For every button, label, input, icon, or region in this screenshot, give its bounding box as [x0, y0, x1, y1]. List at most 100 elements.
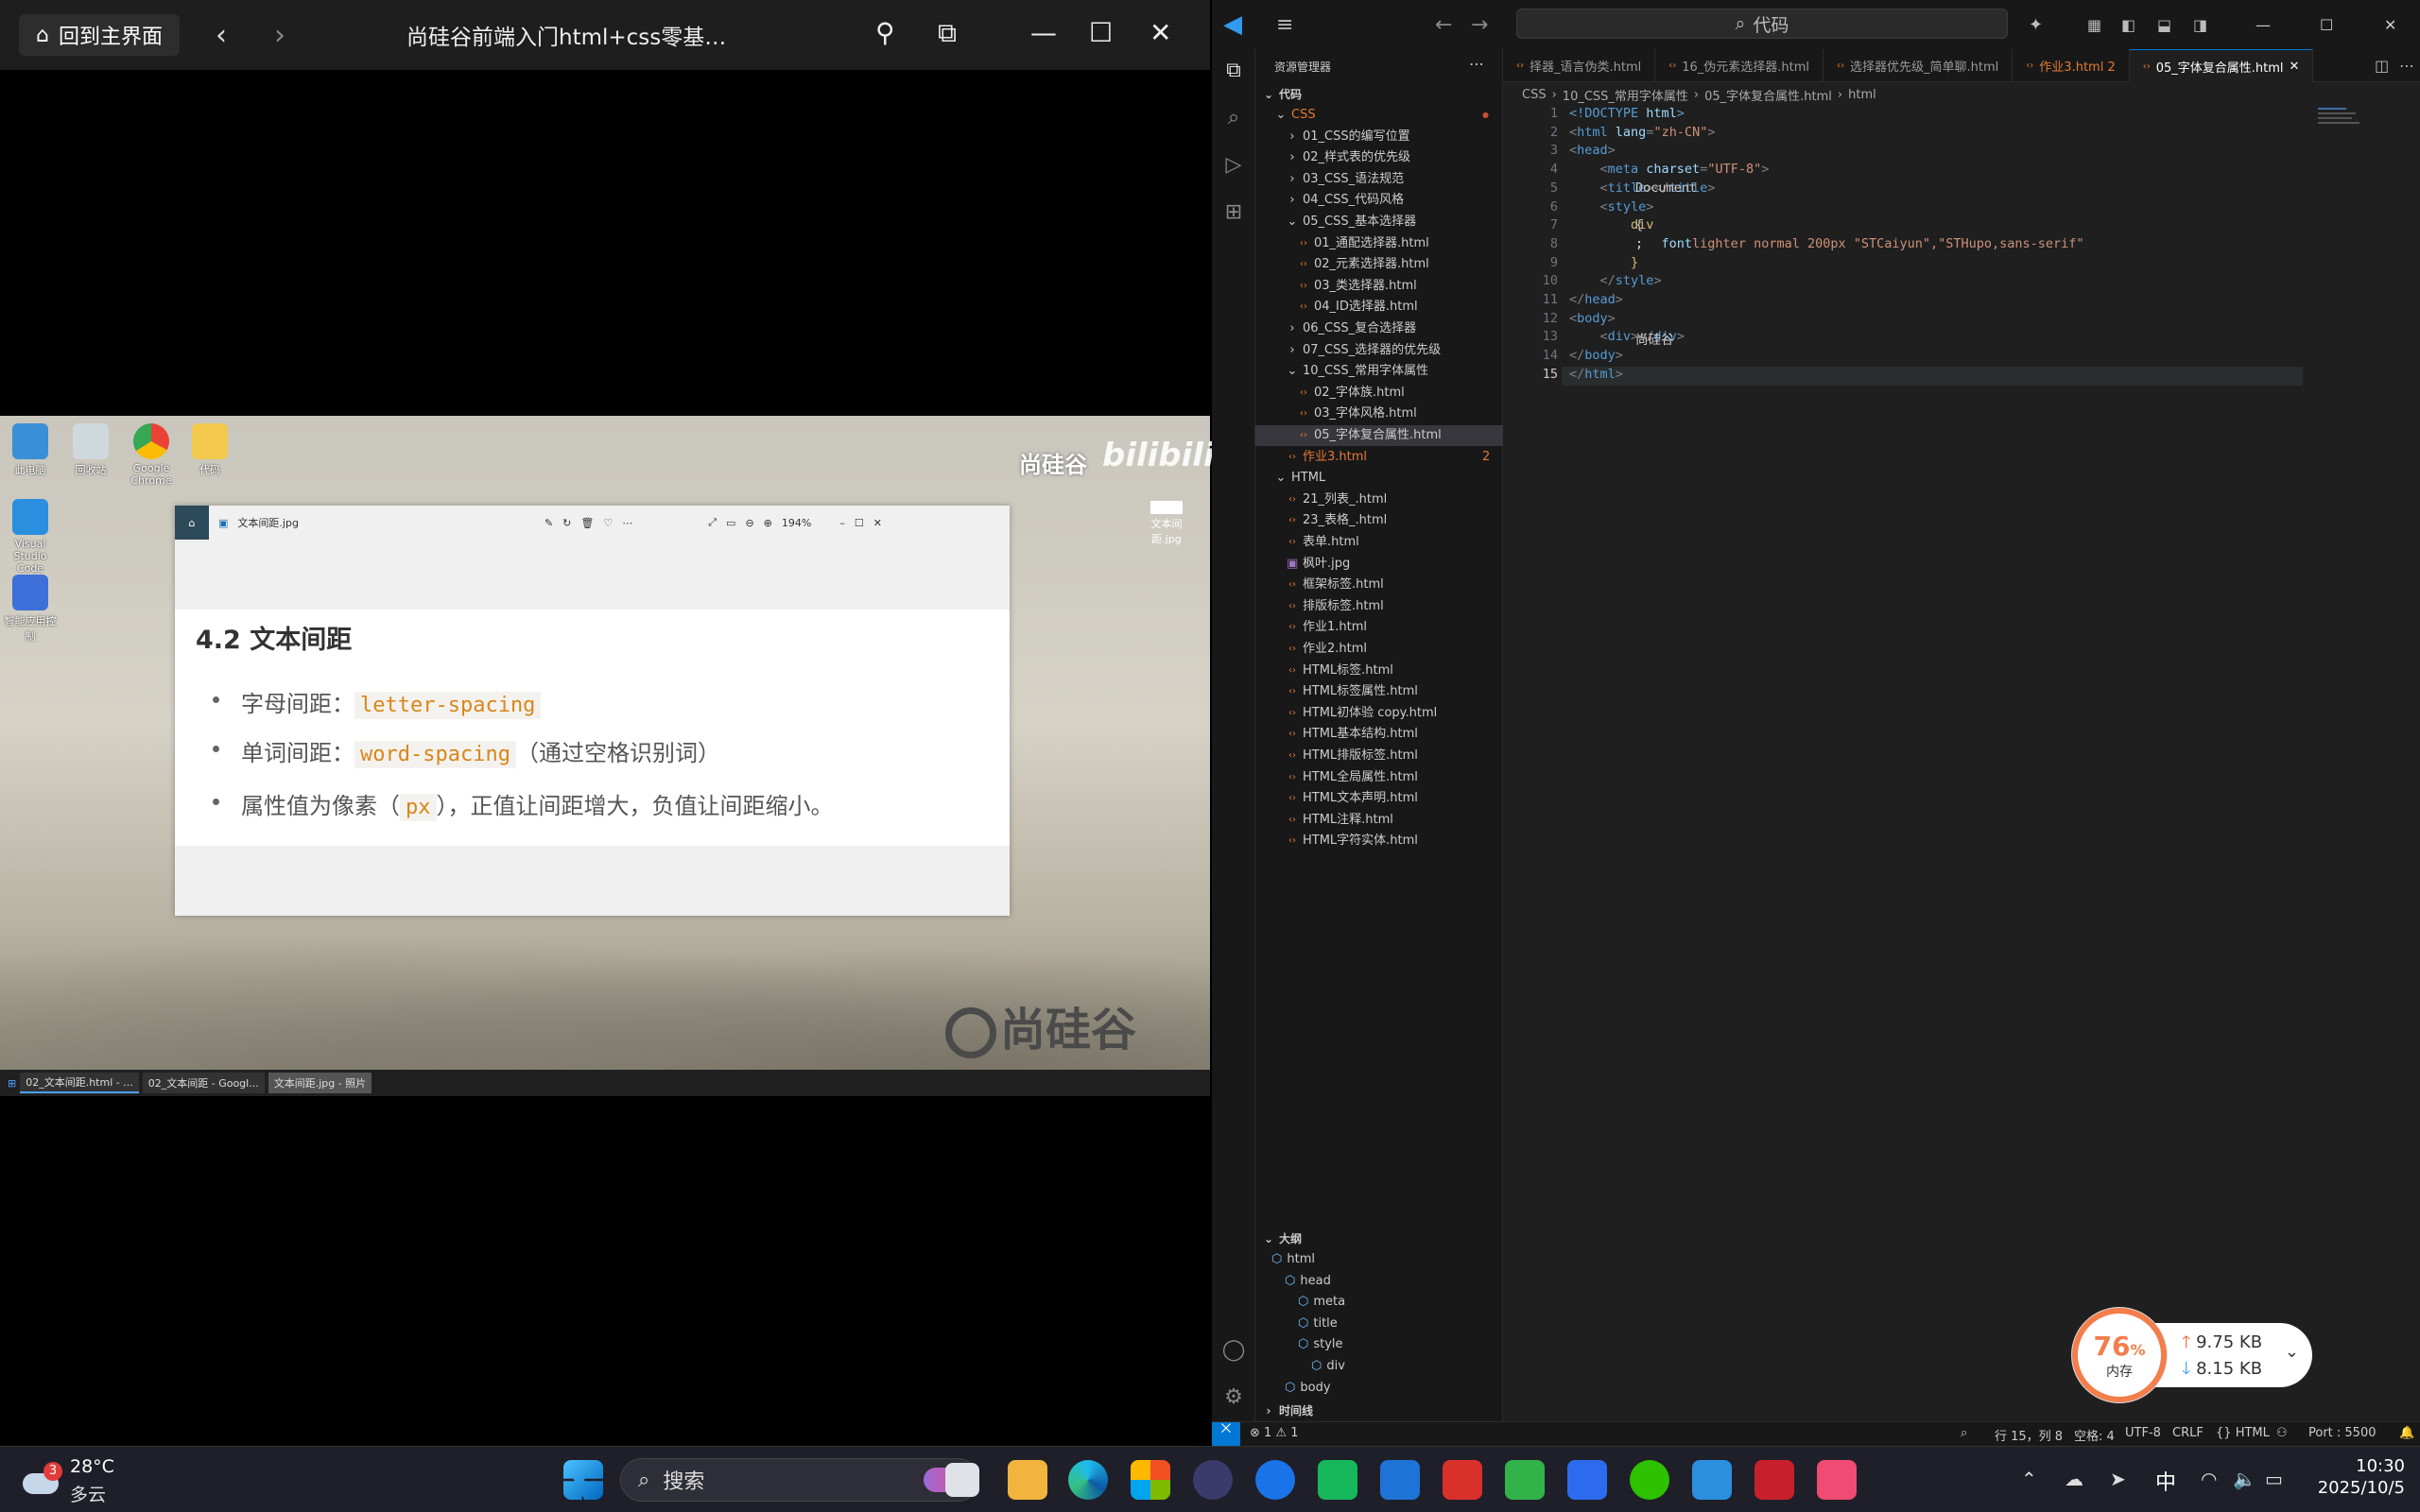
task-view-icon[interactable]	[945, 1463, 979, 1497]
picture-in-picture-icon[interactable]: ⧉	[938, 17, 957, 49]
code-line[interactable]: <style>	[1569, 199, 1654, 215]
maximize-icon[interactable]: ☐	[855, 517, 864, 529]
battery-icon[interactable]: ▭	[2265, 1468, 2283, 1490]
fit-icon[interactable]: ▭	[726, 517, 735, 529]
tree-file[interactable]: ‹› 04_ID选择器.html	[1255, 297, 1418, 318]
notifications-icon[interactable]: 🔔	[2399, 1426, 2414, 1440]
tree-folder[interactable]: ⌄ 10_CSS_常用字体属性	[1255, 361, 1429, 382]
tree-file[interactable]: ‹› HTML排版标签.html	[1255, 746, 1418, 766]
minimize-icon[interactable]: —	[2256, 16, 2271, 34]
forward-arrow-icon[interactable]: ›	[253, 19, 306, 52]
file-explorer-icon[interactable]	[1008, 1460, 1047, 1500]
rotate-icon[interactable]: ↻	[562, 517, 571, 529]
tree-file[interactable]: ‹› HTML字符实体.html	[1255, 831, 1418, 851]
menu-icon[interactable]: ≡	[1276, 13, 1293, 37]
cursor-position[interactable]: 行 15，列 8	[1995, 1426, 2063, 1444]
extensions-icon[interactable]: ⊞	[1219, 200, 1248, 229]
tree-folder[interactable]: › 03_CSS_语法规范	[1255, 169, 1404, 190]
outline-item[interactable]: ⬡ div	[1255, 1356, 1345, 1377]
problems-count[interactable]: ⊗ 1 ⚠ 1	[1250, 1426, 1299, 1440]
app-green-icon[interactable]	[1318, 1460, 1357, 1500]
outline-item[interactable]: ⬡ meta	[1255, 1292, 1345, 1313]
taskbar-search[interactable]: ⌕ 搜索	[620, 1458, 979, 1502]
code-line[interactable]: </html>	[1569, 367, 1623, 382]
code-editor[interactable]: 1 <!DOCTYPE html> 2 <html lang="zh-CN"> 3 <he…	[1503, 106, 2420, 1421]
tree-file[interactable]: ‹› 01_通配选择器.html	[1255, 233, 1429, 254]
toggle-secondary-icon[interactable]: ◨	[2193, 16, 2207, 34]
outline-item[interactable]: ⬡ html	[1255, 1249, 1315, 1270]
desktop-icon-vscode[interactable]: Visual Studio Code	[2, 499, 59, 575]
app-bag-icon[interactable]	[1567, 1460, 1607, 1500]
line-ending[interactable]: CRLF	[2172, 1426, 2204, 1440]
zoom-out-icon[interactable]: ⊖	[745, 517, 753, 529]
outline-item[interactable]: ⬡ body	[1255, 1378, 1331, 1399]
close-icon[interactable]: ✕	[873, 517, 882, 529]
tree-folder[interactable]: ⌄ HTML	[1255, 468, 1326, 489]
maximize-icon[interactable]: ☐	[2320, 16, 2333, 34]
tree-file[interactable]: ‹› 作业2.html	[1255, 639, 1367, 660]
zoom-in-icon[interactable]: ⊕	[764, 517, 772, 529]
editor-tab[interactable]: ‹› 05_字体复合属性.html ✕	[2129, 49, 2314, 82]
settings-gear-icon[interactable]: ⚙	[1219, 1385, 1248, 1414]
remote-icon[interactable]: ⨉	[1212, 1422, 1240, 1446]
more-icon[interactable]: ⋯	[622, 517, 632, 529]
code-line[interactable]: <!DOCTYPE html>	[1569, 106, 1685, 121]
copilot-icon[interactable]: ✦	[2029, 15, 2043, 35]
workspace-root[interactable]: ⌄ 代码	[1263, 84, 1302, 105]
home-icon[interactable]: ⌂	[175, 506, 209, 540]
tree-file[interactable]: ‹› HTML初体验 copy.html	[1255, 703, 1437, 724]
toggle-sidebar-icon[interactable]: ◧	[2121, 16, 2135, 34]
heart-icon[interactable]: ♡	[603, 517, 613, 529]
wechat-icon[interactable]	[1630, 1460, 1669, 1500]
tree-folder[interactable]: › 01_CSS的编写位置	[1255, 127, 1409, 147]
outlook-icon[interactable]	[1380, 1460, 1420, 1500]
tree-file[interactable]: ‹› 03_字体风格.html	[1255, 404, 1417, 424]
timeline-header[interactable]: › 时间线	[1263, 1400, 1314, 1421]
ime-indicator[interactable]: 中	[2155, 1466, 2176, 1496]
wifi-icon[interactable]: ◠	[2201, 1468, 2217, 1490]
tree-file[interactable]: ‹› 表单.html	[1255, 532, 1359, 553]
app-bot-icon[interactable]	[1193, 1460, 1233, 1500]
live-server-port[interactable]: Port : 5500	[2308, 1426, 2377, 1440]
account-icon[interactable]: ◯	[1219, 1338, 1248, 1366]
minimap[interactable]	[2318, 106, 2375, 134]
clock[interactable]: 10:30 2025/10/5	[2307, 1456, 2405, 1498]
editor-tab[interactable]: ‹› 16_伪元素选择器.html	[1655, 49, 1824, 82]
weather-widget[interactable]: 3	[23, 1460, 62, 1498]
tree-file[interactable]: ‹› HTML文本声明.html	[1255, 788, 1418, 809]
nav-back-icon[interactable]: ←	[1435, 13, 1452, 37]
minimize-icon[interactable]: —	[1030, 17, 1057, 48]
memory-widget[interactable]: 🡑 9.75 KB 🡓 8.15 KB ⌄ 76% 内存	[2072, 1308, 2312, 1402]
minimize-icon[interactable]: –	[839, 517, 845, 529]
desktop-icon-recycle[interactable]: 回收站	[62, 423, 119, 477]
maximize-icon[interactable]: ☐	[1089, 17, 1113, 48]
tree-file[interactable]: ‹› 框架标签.html	[1255, 575, 1384, 595]
tree-file[interactable]: ‹› 03_类选择器.html	[1255, 276, 1417, 297]
close-icon[interactable]: ✕	[2384, 16, 2396, 34]
code-line[interactable]: <head>	[1569, 143, 1616, 158]
tree-file[interactable]: ▣ 枫叶.jpg	[1255, 554, 1350, 575]
code-line[interactable]: }	[1569, 255, 1638, 270]
back-arrow-icon[interactable]: ‹	[195, 19, 248, 52]
tree-file[interactable]: ‹› HTML标签属性.html	[1255, 681, 1418, 702]
video-frame[interactable]: 此电脑 回收站 Google Chrome 代码 Visual Studio C…	[0, 416, 1215, 1096]
editor-tab[interactable]: ‹› 作业3.html 2	[2013, 49, 2130, 82]
language-mode[interactable]: {} HTML	[2216, 1426, 2270, 1440]
pin-icon[interactable]: ⚲	[875, 17, 895, 48]
copilot-status-icon[interactable]: ⚇	[2276, 1426, 2288, 1440]
breadcrumb-item[interactable]: 10_CSS_常用字体属性	[1563, 86, 1688, 104]
tree-file[interactable]: ‹› 作业3.html 2	[1255, 447, 1490, 468]
code-line[interactable]: <body>	[1569, 311, 1616, 326]
breadcrumb-item[interactable]: CSS	[1522, 88, 1547, 102]
tree-folder[interactable]: › 07_CSS_选择器的优先级	[1255, 340, 1441, 361]
desktop-icon-app[interactable]: 智能应用控制	[2, 575, 59, 644]
code-line[interactable]: </body>	[1569, 348, 1623, 363]
command-center-search[interactable]: ⌕ 代码	[1516, 9, 2008, 39]
start-windows-icon[interactable]	[563, 1460, 603, 1500]
run-debug-icon[interactable]: ▷	[1219, 153, 1248, 181]
desktop-icon-chrome[interactable]: Google Chrome	[123, 423, 180, 487]
tree-file[interactable]: ‹› 05_字体复合属性.html	[1255, 425, 1503, 446]
code-line[interactable]: </style>	[1569, 273, 1662, 288]
send-icon[interactable]: ➤	[2110, 1468, 2126, 1490]
search-icon[interactable]: ⌕	[1219, 106, 1248, 134]
